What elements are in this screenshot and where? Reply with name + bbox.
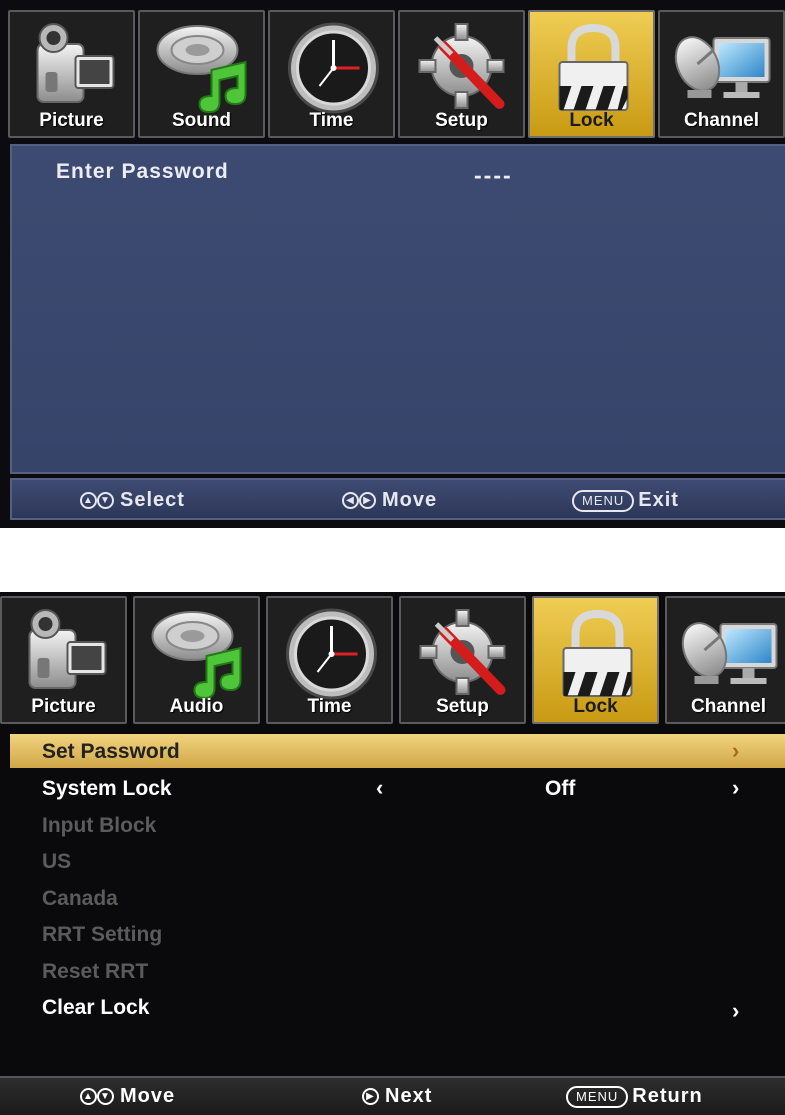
left-right-icon: ◀ ▶ — [342, 489, 376, 512]
tab-label: Setup — [436, 696, 489, 717]
tab-channel[interactable]: Channel — [658, 10, 785, 138]
tab-time[interactable]: Time — [266, 596, 393, 724]
hint-text: Move — [120, 1085, 176, 1107]
satellite-dish-monitor-icon — [672, 20, 775, 116]
chevron-right-icon: › — [732, 998, 740, 1023]
menu-item-label: Reset RRT — [42, 960, 149, 983]
camcorder-icon — [22, 20, 125, 116]
tab-label: Time — [307, 696, 352, 717]
menu-item-label: System Lock — [42, 777, 172, 800]
system-lock-value: Off — [545, 777, 576, 800]
hint-exit: MENU Exit — [572, 489, 679, 512]
menu-item-rrt-setting: RRT Setting — [10, 917, 785, 951]
category-tabs: Picture Audio Time Setup Lock Channel — [0, 596, 785, 724]
menu-key-icon: MENU — [566, 1085, 629, 1108]
tab-lock[interactable]: Lock — [528, 10, 655, 138]
hint-select: ▲ ▼ Select — [80, 489, 185, 512]
hint-move: ◀ ▶ Move — [342, 489, 437, 512]
tab-label: Lock — [569, 110, 614, 131]
category-tabs: Picture Sound Time Setup Lock Channel — [8, 10, 785, 138]
menu-item-canada: Canada — [10, 881, 785, 915]
menu-item-us: US — [10, 844, 785, 878]
lock-menu: Set Password › System Lock ‹ Off › Input… — [10, 732, 785, 1062]
menu-item-set-password[interactable]: Set Password › — [10, 734, 785, 768]
camcorder-icon — [14, 606, 117, 702]
hint-bar: ▲ ▼ Move ▶ Next MENU Return — [0, 1076, 785, 1115]
tab-label: Channel — [691, 696, 766, 717]
tab-picture[interactable]: Picture — [8, 10, 135, 138]
tab-label: Channel — [684, 110, 759, 131]
tab-label: Time — [309, 110, 354, 131]
gear-screwdriver-icon — [413, 606, 516, 702]
hint-return: MENU Return — [566, 1085, 703, 1108]
right-icon: ▶ — [362, 1085, 379, 1108]
password-panel: Enter Password ---- — [10, 144, 785, 474]
hint-text: Move — [382, 489, 438, 511]
clock-icon — [282, 20, 385, 116]
tab-label: Lock — [573, 696, 618, 717]
gear-screwdriver-icon — [412, 20, 515, 116]
hint-move: ▲ ▼ Move — [80, 1085, 175, 1108]
hint-text: Return — [632, 1085, 703, 1107]
hint-bar: ▲ ▼ Select ◀ ▶ Move MENU Exit — [10, 478, 785, 520]
menu-key-icon: MENU — [572, 489, 635, 512]
tab-picture[interactable]: Picture — [0, 596, 127, 724]
tab-label: Setup — [435, 110, 488, 131]
menu-item-label: Input Block — [42, 814, 157, 837]
menu-item-clear-lock[interactable]: Clear Lock › — [10, 990, 785, 1024]
menu-item-label: US — [42, 850, 72, 873]
tab-label: Sound — [171, 110, 232, 131]
hint-text: Next — [385, 1085, 433, 1107]
menu-item-system-lock[interactable]: System Lock ‹ Off › — [10, 771, 785, 805]
clock-icon — [280, 606, 383, 702]
hint-next: ▶ Next — [362, 1085, 432, 1108]
menu-item-label: RRT Setting — [42, 923, 163, 946]
lock-menu-screen: Picture Audio Time Setup Lock Channel Se… — [0, 592, 785, 1115]
tab-lock[interactable]: Lock — [532, 596, 659, 724]
speaker-music-note-icon — [147, 606, 250, 702]
menu-item-reset-rrt: Reset RRT — [10, 954, 785, 988]
tab-setup[interactable]: Setup — [399, 596, 526, 724]
password-screen: Picture Sound Time Setup Lock Channel En… — [0, 0, 785, 528]
tab-sound[interactable]: Sound — [138, 10, 265, 138]
up-down-icon: ▲ ▼ — [80, 1085, 114, 1108]
menu-item-label: Set Password — [42, 740, 180, 763]
tab-audio[interactable]: Audio — [133, 596, 260, 724]
padlock-icon — [546, 606, 649, 702]
padlock-icon — [542, 20, 645, 116]
chevron-right-icon: › — [732, 738, 740, 763]
up-down-icon: ▲ ▼ — [80, 489, 114, 512]
hint-text: Exit — [638, 489, 679, 511]
tab-channel[interactable]: Channel — [665, 596, 785, 724]
password-label: Enter Password — [56, 160, 229, 183]
speaker-music-note-icon — [152, 20, 255, 116]
menu-item-input-block: Input Block — [10, 808, 785, 842]
chevron-left-icon[interactable]: ‹ — [376, 775, 383, 801]
chevron-right-icon[interactable]: › — [732, 775, 739, 801]
tab-time[interactable]: Time — [268, 10, 395, 138]
tab-label: Picture — [31, 696, 96, 717]
tab-setup[interactable]: Setup — [398, 10, 525, 138]
password-input[interactable]: ---- — [474, 162, 513, 189]
menu-item-label: Clear Lock — [42, 996, 150, 1019]
menu-item-label: Canada — [42, 887, 118, 910]
satellite-dish-monitor-icon — [679, 606, 782, 702]
tab-label: Picture — [39, 110, 104, 131]
tab-label: Audio — [169, 696, 224, 717]
hint-text: Select — [120, 489, 185, 511]
